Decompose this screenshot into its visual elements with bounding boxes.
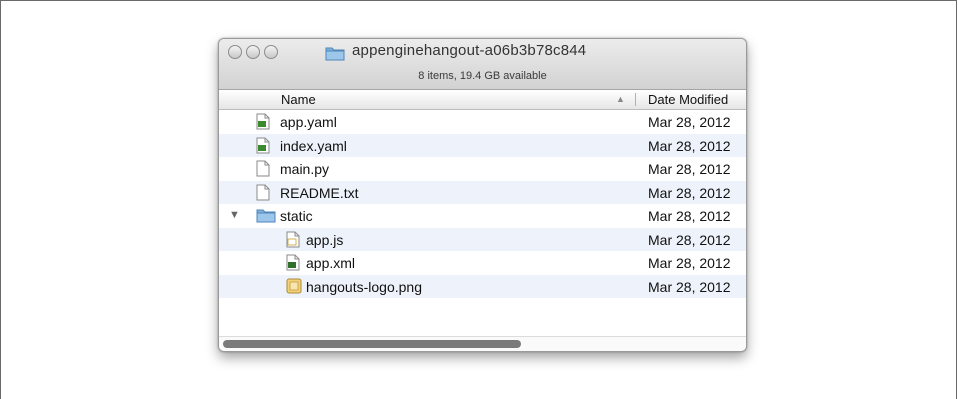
- file-name: app.yaml: [280, 114, 337, 130]
- file-date-modified: Mar 28, 2012: [648, 255, 731, 271]
- image-file-icon: [286, 278, 302, 295]
- yaml-file-icon: [256, 113, 270, 130]
- js-file-icon: [286, 231, 300, 248]
- file-date-modified: Mar 28, 2012: [648, 114, 731, 130]
- document-icon: [256, 160, 270, 177]
- file-date-modified: Mar 28, 2012: [648, 278, 731, 295]
- close-button[interactable]: [228, 45, 242, 59]
- file-name: index.yaml: [280, 137, 347, 154]
- file-row[interactable]: main.py Mar 28, 2012: [219, 157, 746, 181]
- file-date-modified: Mar 28, 2012: [648, 231, 731, 248]
- file-row[interactable]: app.yaml Mar 28, 2012: [219, 110, 746, 134]
- file-name: app.xml: [306, 255, 356, 271]
- file-name: hangouts-logo.png: [306, 278, 422, 295]
- file-row[interactable]: hangouts-logo.png Mar 28, 2012: [219, 274, 746, 298]
- document-icon: [256, 184, 270, 201]
- file-row[interactable]: app.xml Mar 28, 2012: [219, 251, 746, 275]
- file-row[interactable]: app.js Mar 28, 2012: [219, 227, 746, 251]
- title-bar[interactable]: appenginehangout-a06b3b78c844 8 items, 1…: [219, 39, 746, 90]
- status-bar-text: 8 items, 19.4 GB available: [418, 70, 547, 82]
- column-header: Name ▲ Date Modified: [219, 90, 746, 110]
- disclosure-triangle-icon[interactable]: ▼: [229, 209, 240, 221]
- minimize-button[interactable]: [246, 45, 260, 59]
- window-title: appenginehangout-a06b3b78c844: [352, 42, 587, 59]
- file-date-modified: Mar 28, 2012: [648, 137, 731, 154]
- column-header-name[interactable]: Name: [281, 92, 316, 107]
- file-row[interactable]: ▼ static Mar 28, 2012: [219, 204, 746, 228]
- column-header-date-modified[interactable]: Date Modified: [648, 92, 728, 107]
- finder-window: appenginehangout-a06b3b78c844 8 items, 1…: [218, 38, 747, 352]
- yaml-file-icon: [256, 137, 270, 154]
- file-row[interactable]: README.txt Mar 28, 2012: [219, 180, 746, 204]
- file-name: app.js: [306, 231, 344, 248]
- folder-icon: [325, 45, 345, 66]
- file-name: README.txt: [280, 184, 359, 201]
- folder-icon: [256, 207, 276, 224]
- file-name: main.py: [280, 161, 330, 177]
- sort-ascending-icon: ▲: [616, 94, 625, 104]
- file-name: static: [280, 208, 313, 224]
- file-date-modified: Mar 28, 2012: [648, 208, 731, 224]
- file-date-modified: Mar 28, 2012: [648, 184, 731, 201]
- column-divider[interactable]: [635, 93, 636, 106]
- scrollbar-thumb[interactable]: [223, 340, 521, 348]
- file-date-modified: Mar 28, 2012: [648, 161, 731, 177]
- horizontal-scrollbar[interactable]: [219, 336, 746, 351]
- xml-file-icon: [286, 254, 300, 271]
- file-row[interactable]: index.yaml Mar 28, 2012: [219, 133, 746, 157]
- zoom-button[interactable]: [264, 45, 278, 59]
- file-list: app.yaml Mar 28, 2012 index.yaml Mar 28, 20…: [219, 110, 746, 298]
